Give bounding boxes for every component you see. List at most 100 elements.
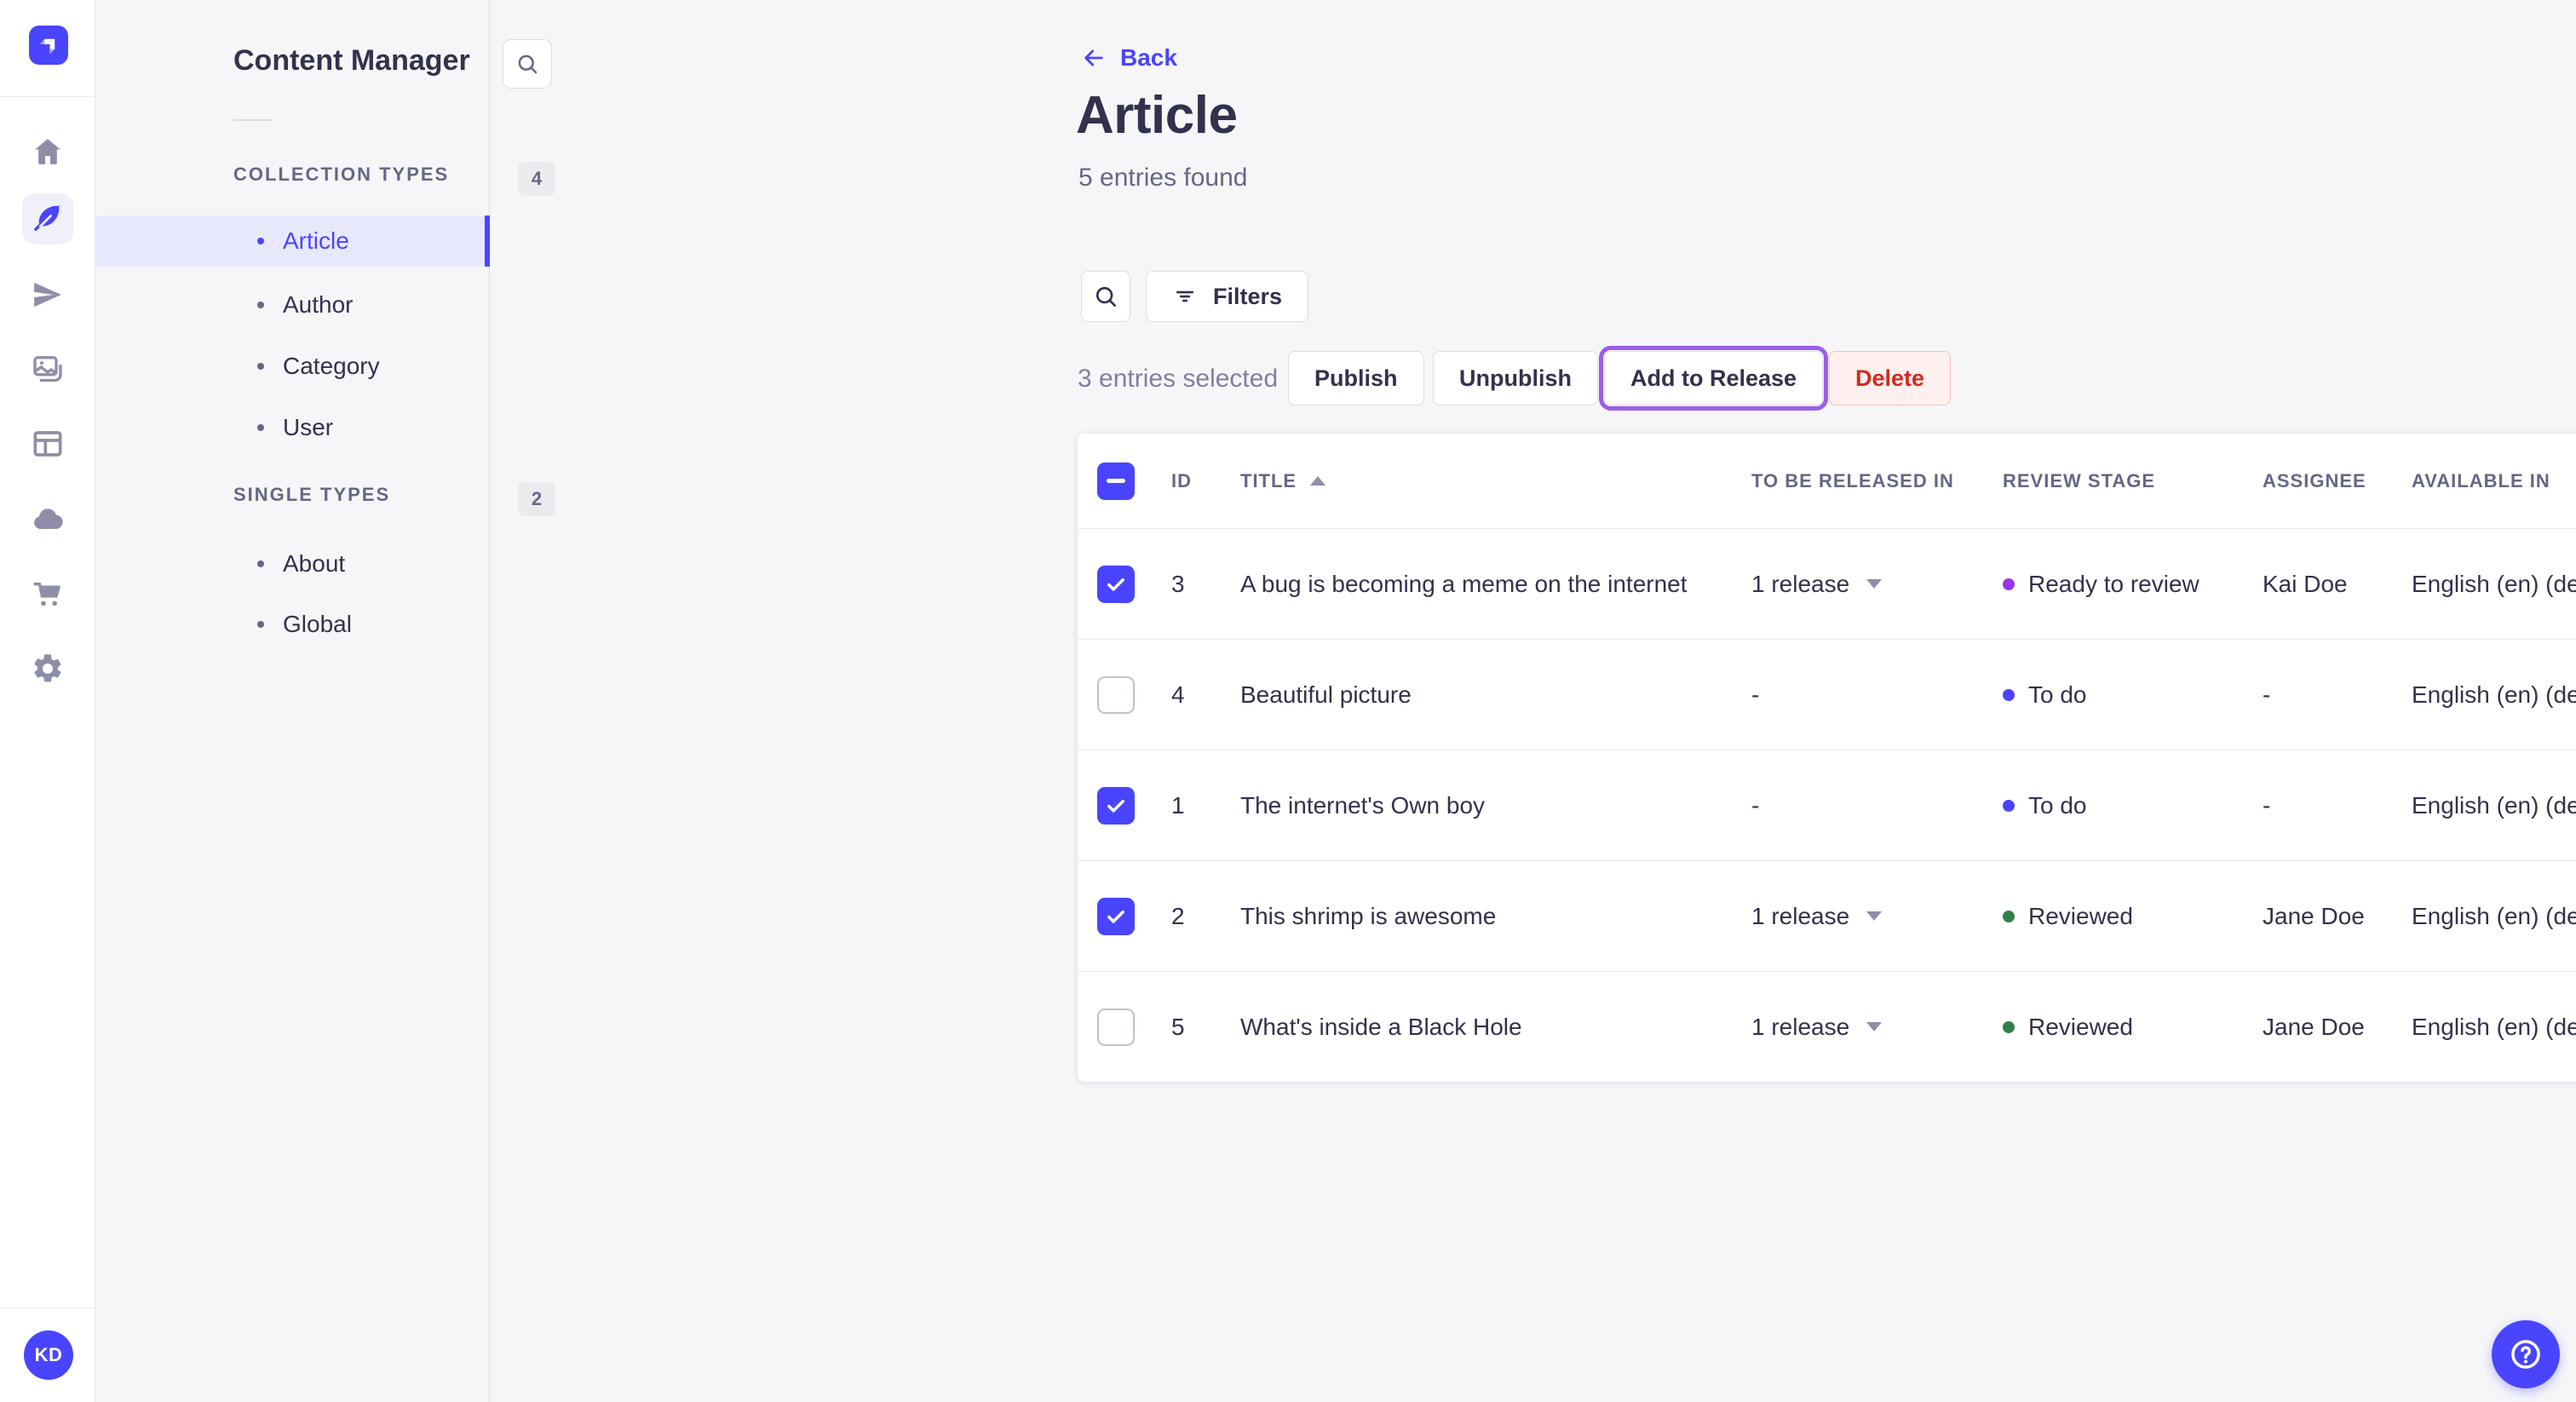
row-title: Beautiful picture	[1240, 681, 1412, 708]
column-header-available: AVAILABLE IN	[2412, 469, 2550, 491]
sidebar-item-about[interactable]: About	[95, 538, 490, 589]
bullet-icon	[257, 621, 264, 628]
sidebar-item-label: User	[283, 414, 334, 440]
row-checkbox[interactable]	[1097, 897, 1135, 935]
row-release: 1 release	[1751, 570, 1850, 597]
bullet-icon	[257, 560, 264, 567]
rail-divider-bottom	[0, 1307, 95, 1308]
column-header-stage: REVIEW STAGE	[2003, 469, 2156, 491]
row-available: English (en) (default)	[2412, 1013, 2576, 1040]
row-checkbox[interactable]	[1097, 1008, 1135, 1046]
bullet-icon	[257, 302, 264, 308]
sidebar-item-label: Article	[283, 227, 349, 254]
row-stage: Reviewed	[2028, 902, 2133, 929]
table-row[interactable]: 4 Beautiful picture - To do - English (e…	[1078, 639, 2576, 750]
search-icon	[1095, 286, 1116, 307]
content-manager-sidebar: Content Manager COLLECTION TYPES 4 Artic…	[95, 0, 555, 1402]
question-mark-icon	[2511, 1340, 2540, 1369]
sidebar-search-button[interactable]	[503, 39, 552, 89]
table-row[interactable]: 3 A bug is becoming a meme on the intern…	[1078, 528, 2576, 639]
release-caret-icon[interactable]	[1866, 911, 1883, 921]
strapi-logo[interactable]	[29, 26, 68, 65]
unpublish-button[interactable]: Unpublish	[1433, 351, 1598, 405]
row-assignee: Jane Doe	[2263, 902, 2365, 929]
bullet-icon	[257, 363, 264, 370]
column-header-title[interactable]: TITLE	[1240, 470, 1751, 492]
row-release: -	[1751, 791, 1760, 819]
row-checkbox[interactable]	[1097, 786, 1135, 825]
column-header-id[interactable]: ID	[1163, 470, 1240, 492]
check-icon	[1107, 577, 1124, 591]
collection-types-count-badge: 4	[518, 162, 555, 196]
single-types-count-badge: 2	[518, 482, 555, 516]
row-title: The internet's Own boy	[1240, 791, 1486, 819]
table-header-row: ID TITLE TO BE RELEASED IN REVIEW STAGE …	[1078, 434, 2576, 528]
main-content: Back Article 5 entries found Create new …	[490, 0, 2576, 1402]
table-row[interactable]: 2 This shrimp is awesome 1 release Revie…	[1078, 860, 2576, 971]
row-id: 4	[1171, 681, 1185, 708]
content-manager-icon[interactable]	[22, 193, 73, 244]
stage-dot	[2003, 910, 2015, 922]
table-body: 3 A bug is becoming a meme on the intern…	[1078, 528, 2576, 1082]
sidebar-item-label: Category	[283, 353, 380, 379]
sidebar-item-category[interactable]: Category	[95, 341, 490, 392]
filters-label: Filters	[1213, 283, 1283, 309]
bullet-icon	[257, 424, 264, 431]
delete-button[interactable]: Delete	[1829, 351, 1952, 405]
release-caret-icon[interactable]	[1866, 579, 1883, 589]
home-icon[interactable]	[22, 126, 73, 177]
user-avatar[interactable]: KD	[24, 1330, 73, 1380]
list-search-button[interactable]	[1081, 271, 1130, 322]
row-stage: Reviewed	[2028, 1013, 2133, 1040]
sidebar-item-global[interactable]: Global	[95, 599, 490, 650]
row-id: 3	[1171, 570, 1185, 597]
row-available: English (en) (default)	[2412, 570, 2576, 597]
filters-button[interactable]: Filters	[1146, 271, 1309, 322]
entries-table: ID TITLE TO BE RELEASED IN REVIEW STAGE …	[1078, 434, 2576, 1082]
entries-count: 5 entries found	[1078, 164, 1248, 192]
marketplace-icon[interactable]	[22, 568, 73, 619]
stage-dot	[2003, 1020, 2015, 1033]
cloud-icon[interactable]	[22, 494, 73, 545]
page-title: Article	[1076, 86, 1238, 145]
sidebar-item-label: Global	[283, 611, 352, 637]
row-checkbox[interactable]	[1097, 565, 1135, 603]
row-id: 2	[1171, 902, 1185, 929]
row-stage: To do	[2028, 681, 2087, 708]
publish-button[interactable]: Publish	[1288, 351, 1424, 405]
release-caret-icon[interactable]	[1866, 1022, 1883, 1031]
main-nav-rail: KD	[0, 0, 95, 1402]
section-single-types: SINGLE TYPES	[233, 484, 391, 505]
stage-dot	[2003, 799, 2015, 812]
media-library-icon[interactable]	[22, 344, 73, 395]
table-row[interactable]: 1 The internet's Own boy - To do - Engli…	[1078, 750, 2576, 860]
sidebar-item-article[interactable]: Article	[95, 215, 490, 267]
column-header-release: TO BE RELEASED IN	[1751, 469, 1954, 491]
row-available: English (en) (default)	[2412, 902, 2576, 929]
content-type-builder-icon[interactable]	[22, 418, 73, 469]
row-checkbox[interactable]	[1097, 675, 1135, 714]
row-id: 5	[1171, 1013, 1185, 1040]
add-to-release-button[interactable]: Add to Release	[1598, 346, 1829, 411]
table-row[interactable]: 5 What's inside a Black Hole 1 release R…	[1078, 971, 2576, 1082]
arrow-left-icon	[1084, 49, 1103, 66]
bullet-icon	[257, 238, 264, 244]
settings-rail-icon[interactable]	[22, 643, 73, 694]
section-collection-types: COLLECTION TYPES	[233, 164, 450, 185]
row-title: A bug is becoming a meme on the internet	[1240, 570, 1688, 597]
sidebar-item-user[interactable]: User	[95, 402, 490, 453]
sidebar-item-author[interactable]: Author	[95, 279, 490, 330]
row-available: English (en) (default)	[2412, 791, 2576, 819]
row-release: -	[1751, 681, 1760, 708]
releases-icon[interactable]	[22, 269, 73, 320]
check-icon	[1107, 799, 1124, 813]
select-all-checkbox[interactable]	[1097, 462, 1135, 500]
row-stage: To do	[2028, 791, 2087, 819]
back-link[interactable]: Back	[1081, 44, 1177, 72]
help-button[interactable]	[2492, 1320, 2560, 1388]
stage-dot	[2003, 577, 2015, 590]
row-assignee: Kai Doe	[2263, 570, 2348, 597]
row-available: English (en) (default)	[2412, 681, 2576, 708]
stage-dot	[2003, 688, 2015, 701]
row-id: 1	[1171, 791, 1185, 819]
